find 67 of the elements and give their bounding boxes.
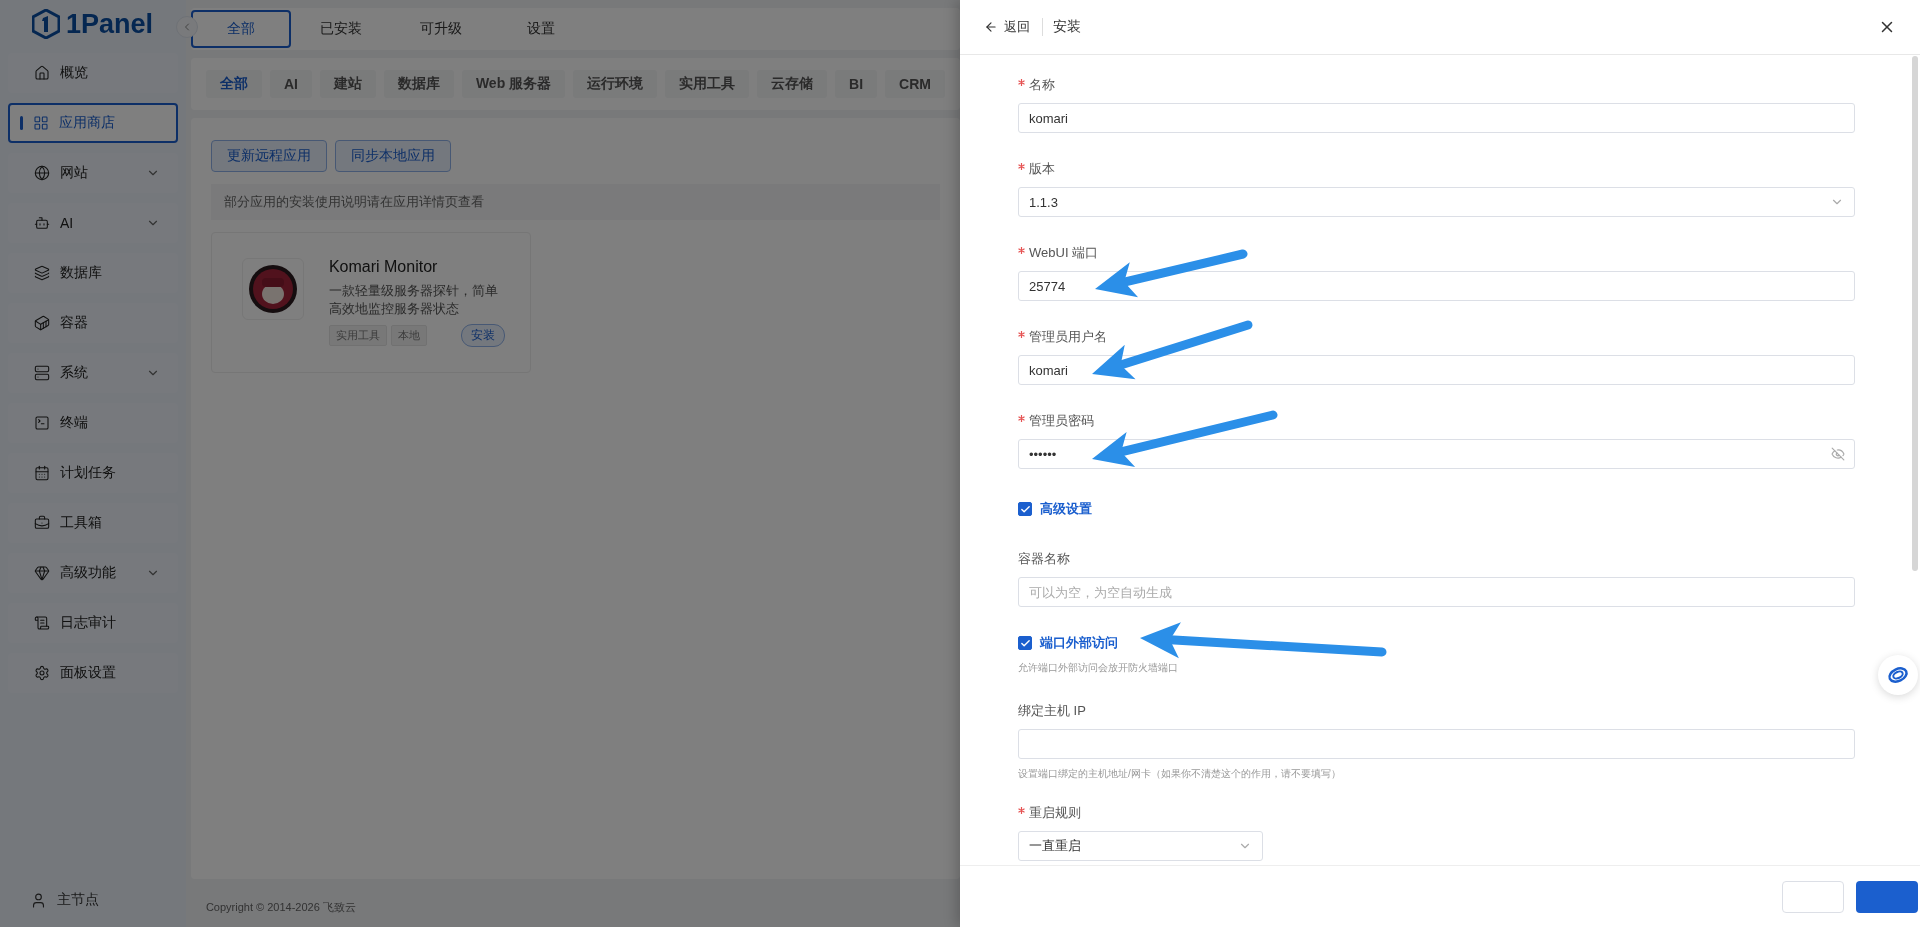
node-label[interactable]: 主节点 [57,891,99,909]
settings-icon [34,665,50,681]
category-chip[interactable]: 全部 [205,70,262,98]
input-field[interactable] [1018,729,1855,759]
checkbox-label[interactable]: 端口外部访问 [1040,634,1118,652]
assistant-button[interactable] [1878,655,1918,695]
terminal-icon [34,415,50,431]
action-button[interactable]: 同步本地应用 [334,140,451,172]
field-label: 管理员密码 [1029,413,1094,428]
app-avatar [241,258,304,320]
app-name: Komari Monitor [328,258,439,276]
layers-icon [34,265,50,281]
install-button[interactable]: 安装 [460,324,505,347]
field-label: 版本 [1029,161,1055,176]
select-field[interactable]: 一直重启 [1018,831,1263,861]
tab[interactable]: 全部 [190,10,291,48]
category-chip[interactable]: 运行环境 [573,70,658,98]
category-chip[interactable]: 云存储 [757,70,828,98]
orbit-icon [1887,664,1909,686]
input-field[interactable]: 可以为空，为空自动生成 [1018,577,1855,607]
logo-icon [32,9,60,39]
action-button[interactable]: 更新远程应用 [210,140,327,172]
notice-text: 部分应用的安装使用说明请在应用详情页查看 [210,184,940,220]
checkbox[interactable] [1018,502,1032,516]
container-icon [34,315,50,331]
field-label: 容器名称 [1018,551,1070,566]
confirm-button[interactable] [1856,880,1918,913]
scrollbar[interactable] [1912,56,1918,571]
category-chip[interactable]: Web 服务器 [461,70,566,98]
field-label: 名称 [1029,77,1055,92]
help-text: 允许端口外部访问会放开防火墙端口 [1018,661,1179,675]
input-field[interactable]: 25774 [1018,271,1855,301]
robot-icon [34,215,50,231]
tab[interactable]: 可升级 [390,10,491,48]
field-label: WebUI 端口 [1029,245,1099,260]
grid-icon [33,115,49,131]
input-field[interactable]: komari [1018,103,1855,133]
category-chip[interactable]: 实用工具 [665,70,750,98]
password-field[interactable]: •••••• [1018,439,1855,469]
sidebar-item[interactable]: 应用商店 [8,103,178,143]
category-chip[interactable]: CRM [885,70,945,98]
tab[interactable]: 已安装 [290,10,391,48]
brand-name: 1Panel [66,8,154,40]
field-label: 重启规则 [1029,805,1081,820]
checkbox[interactable] [1018,636,1032,650]
category-chip[interactable]: 建站 [319,70,376,98]
category-chip[interactable]: AI [269,70,312,98]
tab[interactable]: 设置 [490,10,591,48]
briefcase-icon [34,515,50,531]
gem-icon [34,565,50,581]
user-icon [30,891,47,909]
field-label: 绑定主机 IP [1018,703,1086,718]
globe-icon [34,165,50,181]
arrow-left-icon [984,20,998,34]
back-link[interactable]: 返回 [984,18,1043,36]
calendar-icon [34,465,50,481]
help-text: 设置端口绑定的主机地址/网卡（如果你不清楚这个的作用，请不要填写） [1018,767,1342,781]
input-field[interactable]: komari [1018,355,1855,385]
drawer-title: 安装 [1053,18,1081,36]
home-icon [34,65,50,81]
select-field[interactable]: 1.1.3 [1018,187,1855,217]
checkbox-label[interactable]: 高级设置 [1040,500,1092,518]
category-chip[interactable]: BI [835,70,878,98]
document-icon [34,615,50,631]
category-chip[interactable]: 数据库 [383,70,454,98]
server-icon [34,365,50,381]
field-label: 管理员用户名 [1029,329,1107,344]
